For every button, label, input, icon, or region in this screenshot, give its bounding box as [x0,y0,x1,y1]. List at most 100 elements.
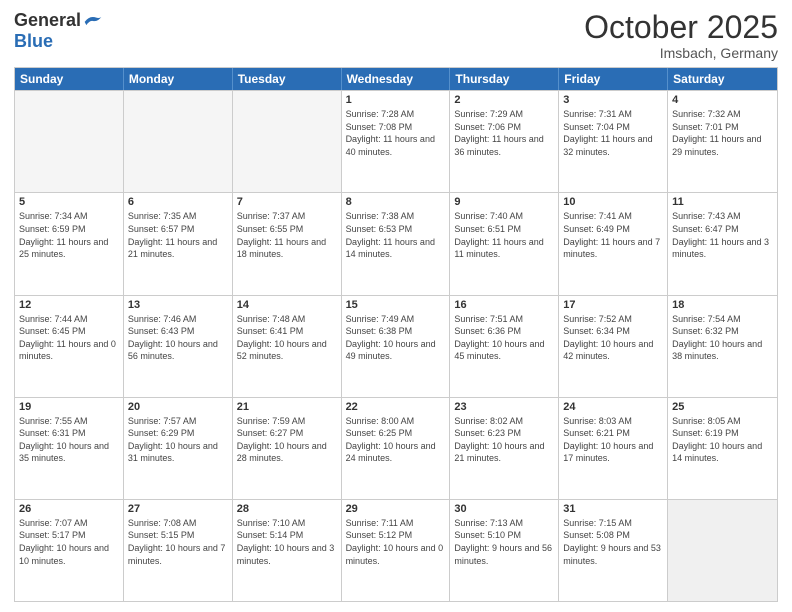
calendar-cell-day-25: 25 Sunrise: 8:05 AM Sunset: 6:19 PM Dayli… [668,398,777,499]
day-number: 26 [19,503,119,515]
header-friday: Friday [559,68,668,90]
calendar-cell-day-14: 14 Sunrise: 7:48 AM Sunset: 6:41 PM Dayli… [233,296,342,397]
calendar-cell-day-23: 23 Sunrise: 8:02 AM Sunset: 6:23 PM Dayli… [450,398,559,499]
calendar: Sunday Monday Tuesday Wednesday Thursday… [14,67,778,602]
logo-blue-text: Blue [14,31,53,52]
calendar-cell-day-29: 29 Sunrise: 7:11 AM Sunset: 5:12 PM Dayli… [342,500,451,601]
calendar-cell-day-6: 6 Sunrise: 7:35 AM Sunset: 6:57 PM Daylig… [124,193,233,294]
calendar-header: Sunday Monday Tuesday Wednesday Thursday… [15,68,777,90]
day-number: 28 [237,503,337,515]
day-number: 27 [128,503,228,515]
calendar-cell-day-2: 2 Sunrise: 7:29 AM Sunset: 7:06 PM Daylig… [450,91,559,192]
day-info: Sunrise: 7:08 AM Sunset: 5:15 PM Dayligh… [128,517,228,567]
calendar-cell-day-3: 3 Sunrise: 7:31 AM Sunset: 7:04 PM Daylig… [559,91,668,192]
day-info: Sunrise: 7:55 AM Sunset: 6:31 PM Dayligh… [19,415,119,465]
calendar-cell-day-31: 31Sunrise: 7:15 AM Sunset: 5:08 PM Dayli… [559,500,668,601]
day-number: 30 [454,503,554,515]
calendar-cell-day-20: 20 Sunrise: 7:57 AM Sunset: 6:29 PM Dayli… [124,398,233,499]
calendar-cell-day-9: 9Sunrise: 7:40 AM Sunset: 6:51 PM Daylig… [450,193,559,294]
header-saturday: Saturday [668,68,777,90]
day-info: Sunrise: 7:38 AM Sunset: 6:53 PM Dayligh… [346,210,446,260]
day-info: Sunrise: 7:11 AM Sunset: 5:12 PM Dayligh… [346,517,446,567]
calendar-cell-day-11: 11 Sunrise: 7:43 AM Sunset: 6:47 PM Dayli… [668,193,777,294]
day-info: Sunrise: 7:41 AM Sunset: 6:49 PM Dayligh… [563,210,663,260]
day-number: 18 [672,299,773,311]
day-info: Sunrise: 7:28 AM Sunset: 7:08 PM Dayligh… [346,108,446,158]
day-info: Sunrise: 8:00 AM Sunset: 6:25 PM Dayligh… [346,415,446,465]
calendar-week-2: 5Sunrise: 7:34 AM Sunset: 6:59 PM Daylig… [15,192,777,294]
day-info: Sunrise: 7:35 AM Sunset: 6:57 PM Dayligh… [128,210,228,260]
day-number: 19 [19,401,119,413]
day-info: Sunrise: 7:52 AM Sunset: 6:34 PM Dayligh… [563,313,663,363]
logo: General Blue [14,10,103,52]
calendar-cell-day-17: 17Sunrise: 7:52 AM Sunset: 6:34 PM Dayli… [559,296,668,397]
day-number: 21 [237,401,337,413]
logo-bird-icon [83,13,103,29]
day-info: Sunrise: 7:10 AM Sunset: 5:14 PM Dayligh… [237,517,337,567]
day-number: 20 [128,401,228,413]
calendar-cell-day-26: 26 Sunrise: 7:07 AM Sunset: 5:17 PM Dayli… [15,500,124,601]
month-title: October 2025 [584,10,778,45]
calendar-cell-day-13: 13Sunrise: 7:46 AM Sunset: 6:43 PM Dayli… [124,296,233,397]
day-number: 4 [672,94,773,106]
calendar-cell-day-7: 7Sunrise: 7:37 AM Sunset: 6:55 PM Daylig… [233,193,342,294]
day-number: 6 [128,196,228,208]
day-info: Sunrise: 7:13 AM Sunset: 5:10 PM Dayligh… [454,517,554,567]
day-number: 5 [19,196,119,208]
day-info: Sunrise: 7:46 AM Sunset: 6:43 PM Dayligh… [128,313,228,363]
calendar-body: 1 Sunrise: 7:28 AM Sunset: 7:08 PM Daylig… [15,90,777,601]
day-number: 10 [563,196,663,208]
day-info: Sunrise: 7:29 AM Sunset: 7:06 PM Dayligh… [454,108,554,158]
calendar-cell-day-22: 22 Sunrise: 8:00 AM Sunset: 6:25 PM Dayli… [342,398,451,499]
day-number: 16 [454,299,554,311]
day-number: 14 [237,299,337,311]
day-info: Sunrise: 7:57 AM Sunset: 6:29 PM Dayligh… [128,415,228,465]
calendar-cell-day-19: 19 Sunrise: 7:55 AM Sunset: 6:31 PM Dayli… [15,398,124,499]
day-info: Sunrise: 7:31 AM Sunset: 7:04 PM Dayligh… [563,108,663,158]
page: General Blue October 2025 Imsbach, Germa… [0,0,792,612]
day-number: 11 [672,196,773,208]
day-info: Sunrise: 7:37 AM Sunset: 6:55 PM Dayligh… [237,210,337,260]
calendar-cell-empty [233,91,342,192]
day-number: 24 [563,401,663,413]
day-number: 22 [346,401,446,413]
calendar-cell-day-15: 15Sunrise: 7:49 AM Sunset: 6:38 PM Dayli… [342,296,451,397]
day-info: Sunrise: 7:48 AM Sunset: 6:41 PM Dayligh… [237,313,337,363]
title-block: October 2025 Imsbach, Germany [584,10,778,61]
header-tuesday: Tuesday [233,68,342,90]
day-number: 12 [19,299,119,311]
day-info: Sunrise: 7:43 AM Sunset: 6:47 PM Dayligh… [672,210,773,260]
header-thursday: Thursday [450,68,559,90]
day-number: 1 [346,94,446,106]
calendar-week-4: 19 Sunrise: 7:55 AM Sunset: 6:31 PM Dayli… [15,397,777,499]
day-number: 15 [346,299,446,311]
day-info: Sunrise: 7:59 AM Sunset: 6:27 PM Dayligh… [237,415,337,465]
calendar-cell-day-24: 24 Sunrise: 8:03 AM Sunset: 6:21 PM Dayli… [559,398,668,499]
day-info: Sunrise: 7:32 AM Sunset: 7:01 PM Dayligh… [672,108,773,158]
day-number: 2 [454,94,554,106]
calendar-cell-day-21: 21 Sunrise: 7:59 AM Sunset: 6:27 PM Dayli… [233,398,342,499]
header-monday: Monday [124,68,233,90]
calendar-cell-day-16: 16Sunrise: 7:51 AM Sunset: 6:36 PM Dayli… [450,296,559,397]
day-info: Sunrise: 8:05 AM Sunset: 6:19 PM Dayligh… [672,415,773,465]
day-info: Sunrise: 8:02 AM Sunset: 6:23 PM Dayligh… [454,415,554,465]
calendar-cell-day-12: 12Sunrise: 7:44 AM Sunset: 6:45 PM Dayli… [15,296,124,397]
calendar-cell-day-5: 5Sunrise: 7:34 AM Sunset: 6:59 PM Daylig… [15,193,124,294]
calendar-cell-day-27: 27 Sunrise: 7:08 AM Sunset: 5:15 PM Dayli… [124,500,233,601]
calendar-cell-empty [15,91,124,192]
calendar-cell-day-28: 28 Sunrise: 7:10 AM Sunset: 5:14 PM Dayli… [233,500,342,601]
day-number: 25 [672,401,773,413]
calendar-cell-empty [668,500,777,601]
day-number: 8 [346,196,446,208]
day-number: 23 [454,401,554,413]
day-number: 31 [563,503,663,515]
day-number: 29 [346,503,446,515]
day-info: Sunrise: 8:03 AM Sunset: 6:21 PM Dayligh… [563,415,663,465]
location: Imsbach, Germany [584,45,778,61]
header-wednesday: Wednesday [342,68,451,90]
calendar-cell-day-1: 1 Sunrise: 7:28 AM Sunset: 7:08 PM Daylig… [342,91,451,192]
calendar-week-5: 26 Sunrise: 7:07 AM Sunset: 5:17 PM Dayli… [15,499,777,601]
day-info: Sunrise: 7:07 AM Sunset: 5:17 PM Dayligh… [19,517,119,567]
day-number: 3 [563,94,663,106]
logo-general-text: General [14,10,81,31]
